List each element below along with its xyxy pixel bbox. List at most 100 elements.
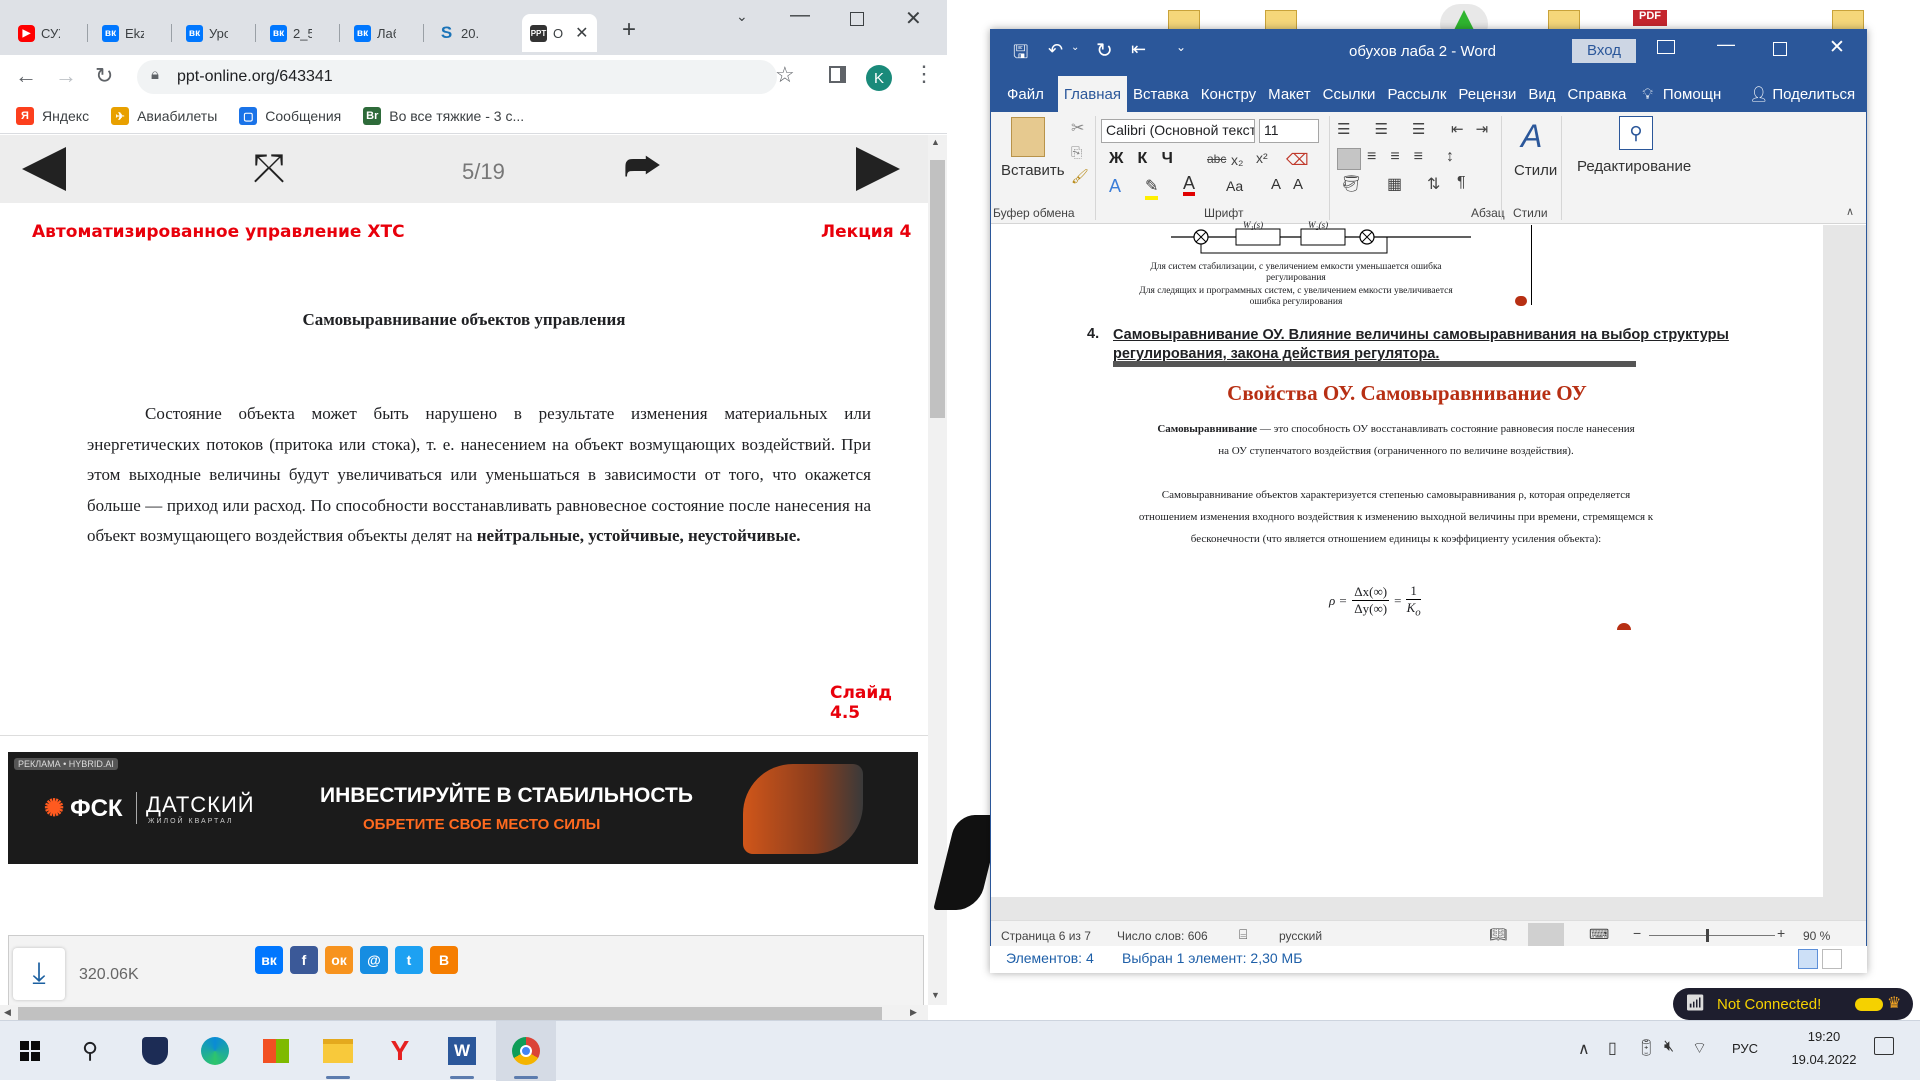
tab-ppt-active[interactable]: PPT О ✕ [522,14,597,52]
show-marks-icon[interactable]: ¶ [1457,174,1466,192]
zoom-out-icon[interactable]: − [1633,925,1641,941]
undo-icon[interactable]: ↶ [1048,40,1063,61]
zoom-in-icon[interactable]: + [1777,925,1785,941]
list-buttons[interactable]: ☰☰☰ [1337,120,1449,138]
tab-tell-me[interactable]: 💡︎ Помощн [1632,76,1727,112]
tab-vk-4[interactable]: вкЛабь [346,14,396,52]
clock-date[interactable]: 19.04.2022 [1776,1052,1872,1067]
share-slide-icon[interactable]: ⮫ [624,145,661,189]
details-view-icon[interactable] [1798,949,1818,969]
shading-icon[interactable]: 🪣︎ [1341,174,1361,194]
bold-italic-underline-buttons[interactable]: ЖКЧ [1109,150,1187,168]
tab-help[interactable]: Справка [1562,76,1633,112]
edge-icon[interactable] [185,1021,245,1081]
maximize-button[interactable] [850,12,864,26]
save-icon[interactable]: 🖫︎ [1013,40,1028,70]
font-name-dropdown[interactable]: Calibri (Основной текст) [1101,119,1255,143]
tab-vk-2[interactable]: вкУров [178,14,228,52]
profile-avatar[interactable]: K [866,65,892,91]
new-tab-button[interactable]: + [622,16,636,44]
file-explorer-icon[interactable] [308,1021,368,1081]
align-left-button[interactable] [1337,148,1361,170]
cut-icon[interactable]: ✂ [1071,118,1084,138]
vpn-status-pill[interactable]: 📶︎ Not Connected! ♛ [1673,988,1913,1020]
clear-formatting-icon[interactable]: ⌫ [1286,150,1309,170]
defender-icon[interactable] [125,1021,185,1081]
tab-layout[interactable]: Макет [1262,76,1316,112]
styles-icon[interactable]: A [1521,118,1542,155]
tab-review[interactable]: Рецензи [1452,76,1522,112]
format-painter-icon[interactable]: 🖌︎ [1071,168,1089,185]
toggle-switch[interactable] [1855,998,1883,1011]
borders-icon[interactable]: ▦ [1387,174,1402,194]
prev-slide-icon[interactable] [22,147,66,191]
word-minimize-button[interactable]: — [1717,34,1735,55]
grow-shrink-font-icon[interactable]: AA [1271,176,1315,193]
volume-muted-icon[interactable]: 🔇︎ [1664,1038,1674,1056]
chrome-menu-icon[interactable]: ⋮ [913,61,935,87]
word-close-button[interactable]: ✕ [1829,36,1845,59]
notifications-icon[interactable] [1874,1037,1894,1055]
text-effects-icon[interactable]: A [1109,176,1121,197]
redo-icon[interactable]: ↻ [1096,38,1113,63]
status-language[interactable]: русский [1279,929,1322,943]
search-taskbar-icon[interactable]: ⚲ [60,1021,120,1081]
bookmark-breaking-bad[interactable]: Br Во все тяжкие - 3 с... [363,107,524,125]
sign-in-button[interactable]: Вход [1572,39,1636,63]
ok-share-icon[interactable]: ок [325,946,353,974]
word-maximize-button[interactable] [1773,42,1787,56]
scroll-right-icon[interactable]: ▶ [910,1007,917,1018]
sort-icon[interactable]: ⇅ [1427,174,1440,194]
twitter-share-icon[interactable]: t [395,946,423,974]
phone-link-icon[interactable]: ▯ [1608,1038,1617,1058]
word-taskbar-icon[interactable]: W [432,1021,492,1081]
share-button[interactable]: 👤︎ Поделиться [1727,76,1861,112]
read-mode-icon[interactable]: 📖︎ [1489,926,1507,943]
horizontal-scrollbar[interactable]: ◀ ▶ [0,1005,928,1020]
tab-vk-3[interactable]: вк2_52 [262,14,312,52]
qat-customize-icon[interactable]: ⇤ [1131,39,1146,60]
clock-time[interactable]: 19:20 [1784,1029,1864,1044]
copy-icon[interactable]: ⎘ [1071,144,1082,161]
start-button[interactable] [0,1021,60,1081]
yandex-browser-icon[interactable]: Y [370,1021,430,1081]
change-case-icon[interactable]: Aa [1226,178,1243,194]
bookmark-messages[interactable]: ▢ Сообщения [239,107,341,125]
strikethrough-icon[interactable]: abc [1207,152,1226,166]
facebook-share-icon[interactable]: f [290,946,318,974]
editing-button[interactable]: Редактирование [1577,158,1691,175]
zoom-slider[interactable] [1649,935,1775,936]
advertisement-banner[interactable]: РЕКЛАМА • HYBRID.AI ✺ ФСК ДАТСКИЙ ЖИЛОЙ К… [8,752,918,864]
subscript-icon[interactable]: x₂ [1231,152,1243,168]
chrome-taskbar-icon[interactable] [496,1021,556,1081]
show-hidden-icons[interactable]: ∧ [1578,1039,1590,1059]
fullscreen-icon[interactable]: ⤧ [253,147,285,191]
indent-buttons[interactable]: ⇤⇥ [1451,120,1500,138]
vk-share-icon[interactable]: вк [255,946,283,974]
input-language[interactable]: РУС [1732,1041,1758,1056]
blogger-share-icon[interactable]: B [430,946,458,974]
tab-vk-1[interactable]: вкEkzar [94,14,144,52]
superscript-icon[interactable]: x² [1256,150,1268,166]
status-page[interactable]: Страница 6 из 7 [1001,929,1091,943]
tab-view[interactable]: Вид [1522,76,1561,112]
align-buttons[interactable]: ≡≡≡ [1367,148,1437,166]
minimize-button[interactable]: — [790,4,810,27]
tab-design[interactable]: Констру [1195,76,1262,112]
tab-file[interactable]: Файл [991,76,1058,112]
status-word-count[interactable]: Число слов: 606 [1117,929,1208,943]
font-color-icon[interactable]: A [1183,174,1196,196]
next-slide-icon[interactable] [856,147,900,191]
scroll-down-icon[interactable]: ▼ [931,990,940,1000]
scroll-up-icon[interactable]: ▲ [931,137,940,147]
forward-button[interactable]: → [55,63,77,89]
store-icon[interactable] [246,1021,306,1081]
reload-button[interactable]: ↻ [95,63,113,89]
paste-button[interactable]: Вставить [1001,162,1065,179]
side-panel-icon[interactable] [829,66,846,83]
tab-home[interactable]: Главная [1057,76,1127,112]
wifi-icon[interactable]: ⌔ [1692,1038,1707,1058]
zoom-thumb[interactable] [1706,929,1709,942]
document-page[interactable]: W₁(s) W₂(s) Для систем стабилизации, с у… [991,220,1823,897]
close-tab-icon[interactable]: ✕ [575,23,588,43]
